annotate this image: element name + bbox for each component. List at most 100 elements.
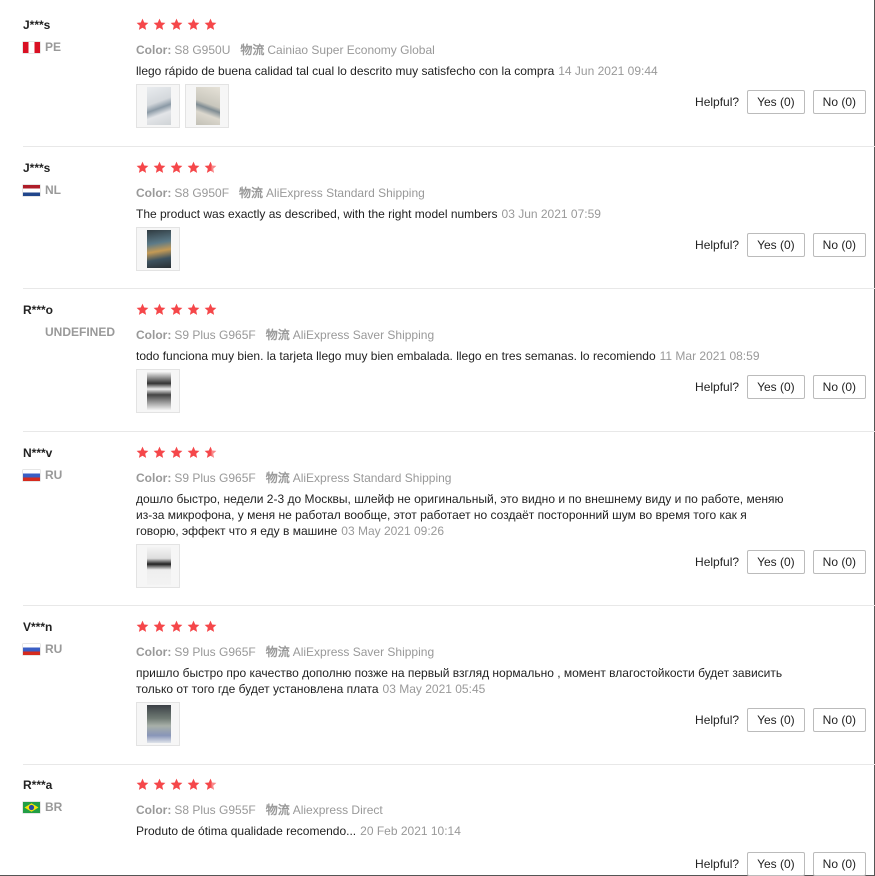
review-meta: Color: S9 Plus G965F 物流 AliExpress Standard… <box>136 469 451 486</box>
helpful-label: Helpful? <box>695 238 740 252</box>
shipping-value: Aliexpress Direct <box>292 803 383 817</box>
rating-stars <box>136 161 217 174</box>
review-photos <box>136 84 229 128</box>
star-icon <box>153 18 166 31</box>
shipping-label: 物流 <box>265 471 290 485</box>
star-icon <box>136 303 149 316</box>
review-photo-thumbnail[interactable] <box>185 84 229 128</box>
half-star-icon <box>204 778 217 791</box>
helpful-yes-button[interactable]: Yes (0) <box>747 708 805 732</box>
review-photo-thumbnail[interactable] <box>136 702 180 746</box>
reviewer-name: R***o <box>23 303 54 317</box>
helpful-yes-button[interactable]: Yes (0) <box>747 550 805 574</box>
review-meta: Color: S8 G950U 物流 Cainiao Super Economy Gl… <box>136 41 435 58</box>
review-photo-thumbnail[interactable] <box>136 544 180 588</box>
helpful-label: Helpful? <box>695 380 740 394</box>
shipping-value: AliExpress Saver Shipping <box>292 328 435 342</box>
color-value: S8 G950U <box>174 43 231 57</box>
rating-stars <box>136 620 217 633</box>
star-icon <box>136 161 149 174</box>
review-text: Produto de ótima qualidade recomendo... 2… <box>136 823 786 839</box>
star-icon <box>170 161 183 174</box>
star-icon <box>153 161 166 174</box>
country-flag-icon <box>23 643 40 655</box>
review-photo-thumbnail[interactable] <box>136 369 180 413</box>
star-icon <box>136 18 149 31</box>
shipping-label: 物流 <box>265 645 290 659</box>
half-star-icon <box>204 161 217 174</box>
color-label: Color: <box>136 328 172 342</box>
star-icon <box>170 18 183 31</box>
rating-stars <box>136 778 217 791</box>
review-photos <box>136 227 180 271</box>
helpful-yes-button[interactable]: Yes (0) <box>747 852 805 876</box>
helpful-vote: Helpful? Yes (0) No (0) <box>695 233 866 257</box>
color-value: S9 Plus G965F <box>174 645 256 659</box>
rating-stars <box>136 303 217 316</box>
reviewer-country: UNDEFINED <box>45 325 115 339</box>
helpful-no-button[interactable]: No (0) <box>812 233 866 257</box>
shipping-value: Cainiao Super Economy Global <box>267 43 435 57</box>
reviewer-name: J***s <box>23 18 51 32</box>
review-body: The product was exactly as described, wi… <box>136 207 498 221</box>
review-date: 03 May 2021 09:26 <box>341 524 445 538</box>
helpful-label: Helpful? <box>695 857 740 871</box>
shipping-label: 物流 <box>265 328 290 342</box>
review-body: llego rápido de buena calidad tal cual l… <box>136 64 555 78</box>
color-value: S8 G950F <box>174 186 230 200</box>
country-code: RU <box>45 468 63 482</box>
review-photos <box>136 369 180 413</box>
review-body: Produto de ótima qualidade recomendo... <box>136 824 357 838</box>
reviewer-country: RU <box>23 642 62 656</box>
color-value: S8 Plus G955F <box>174 803 256 817</box>
country-flag-icon <box>23 801 40 813</box>
reviewer-name: R***a <box>23 778 53 792</box>
helpful-no-button[interactable]: No (0) <box>812 708 866 732</box>
review-meta: Color: S9 Plus G965F 物流 AliExpress Saver Sh… <box>136 643 434 660</box>
helpful-no-button[interactable]: No (0) <box>812 375 866 399</box>
helpful-no-button[interactable]: No (0) <box>812 90 866 114</box>
color-label: Color: <box>136 471 172 485</box>
star-icon <box>153 620 166 633</box>
shipping-value: AliExpress Standard Shipping <box>266 186 425 200</box>
review-photo-thumbnail[interactable] <box>136 227 180 271</box>
review-date: 11 Mar 2021 08:59 <box>659 349 760 363</box>
star-icon <box>204 18 217 31</box>
reviewer-country: PE <box>23 40 61 54</box>
star-icon <box>153 446 166 459</box>
star-icon <box>136 446 149 459</box>
country-code: UNDEFINED <box>45 325 116 339</box>
review-meta: Color: S8 Plus G955F 物流 Aliexpress Direct <box>136 801 383 818</box>
color-label: Color: <box>136 645 172 659</box>
shipping-label: 物流 <box>265 803 290 817</box>
star-icon <box>187 161 200 174</box>
helpful-vote: Helpful? Yes (0) No (0) <box>695 90 866 114</box>
helpful-yes-button[interactable]: Yes (0) <box>747 90 805 114</box>
helpful-no-button[interactable]: No (0) <box>812 550 866 574</box>
rating-stars <box>136 446 217 459</box>
star-icon <box>170 303 183 316</box>
country-flag-icon <box>23 184 40 196</box>
color-value: S9 Plus G965F <box>174 328 256 342</box>
review-body: todo funciona muy bien. la tarjeta llego… <box>136 349 656 363</box>
review-date: 03 Jun 2021 07:59 <box>501 207 601 221</box>
country-code: BR <box>45 800 63 814</box>
helpful-yes-button[interactable]: Yes (0) <box>747 233 805 257</box>
shipping-value: AliExpress Saver Shipping <box>292 645 435 659</box>
color-value: S9 Plus G965F <box>174 471 256 485</box>
helpful-vote: Helpful? Yes (0) No (0) <box>695 708 866 732</box>
country-code: RU <box>45 642 63 656</box>
review-date: 03 May 2021 05:45 <box>382 682 486 696</box>
review-date: 20 Feb 2021 10:14 <box>360 824 461 838</box>
reviewer-country: BR <box>23 800 62 814</box>
color-label: Color: <box>136 43 172 57</box>
country-code: PE <box>45 40 62 54</box>
helpful-label: Helpful? <box>695 555 740 569</box>
helpful-label: Helpful? <box>695 95 740 109</box>
helpful-no-button[interactable]: No (0) <box>812 852 866 876</box>
review-photo-thumbnail[interactable] <box>136 84 180 128</box>
review-text: The product was exactly as described, wi… <box>136 206 786 222</box>
shipping-value: AliExpress Standard Shipping <box>292 471 452 485</box>
helpful-yes-button[interactable]: Yes (0) <box>747 375 805 399</box>
reviewer-name: V***n <box>23 620 53 634</box>
